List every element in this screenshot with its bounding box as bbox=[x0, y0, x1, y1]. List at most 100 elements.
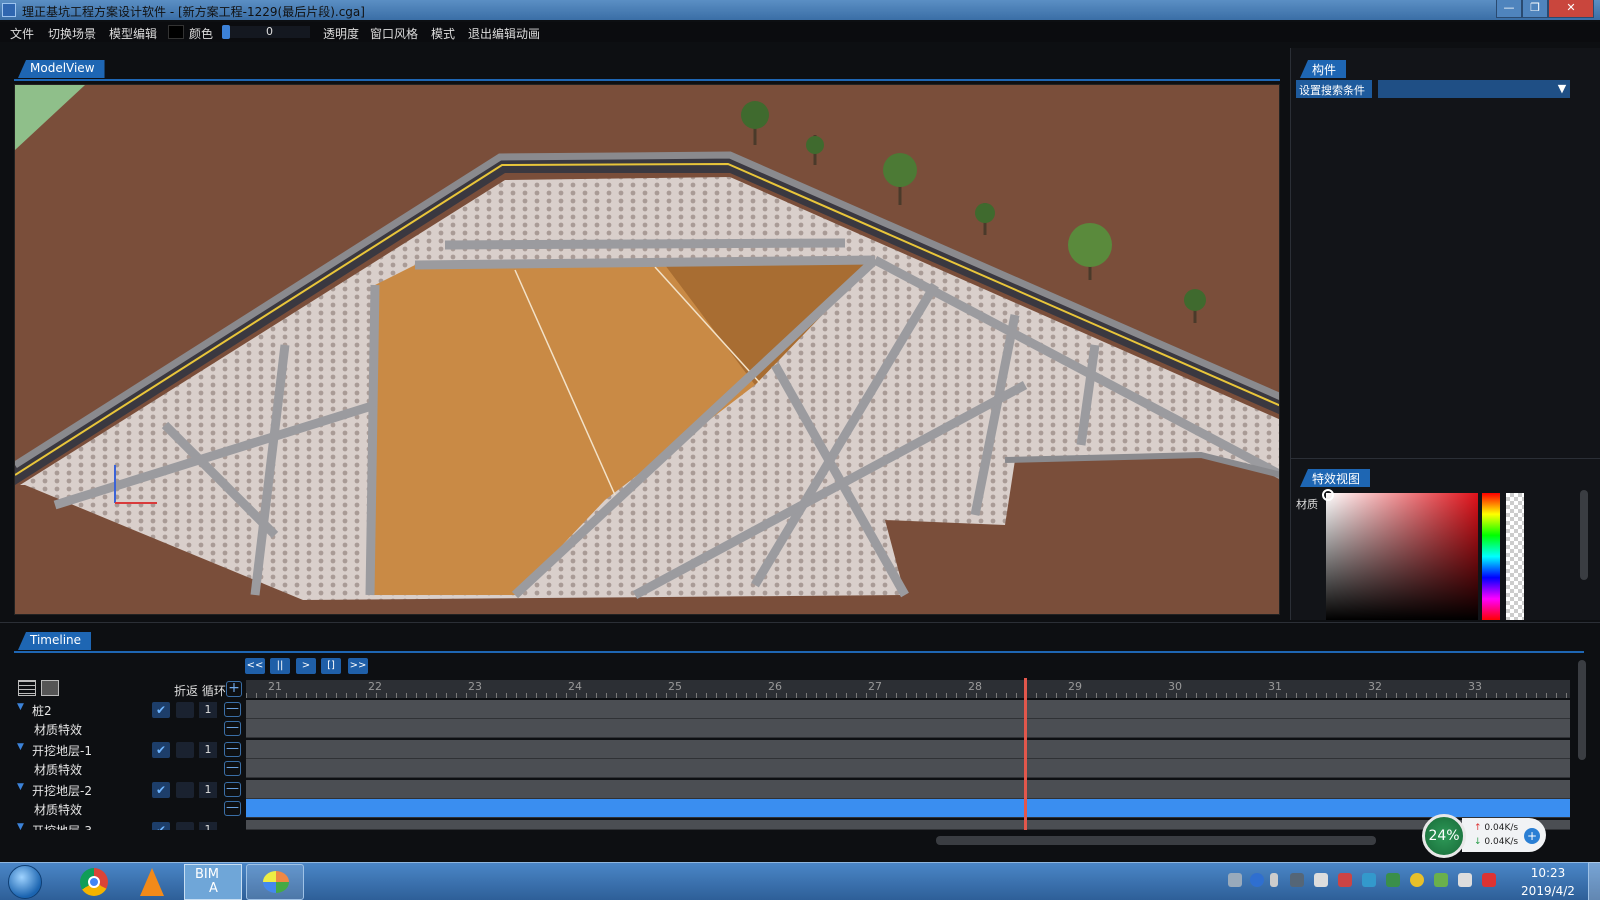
menu-mode[interactable]: 模式 bbox=[431, 25, 455, 42]
layer-sub-item[interactable]: 材质特效 bbox=[34, 721, 82, 738]
tab-timeline[interactable]: Timeline bbox=[18, 632, 92, 650]
track-row-selected[interactable] bbox=[246, 799, 1570, 818]
layer-sub-item[interactable]: 材质特效 bbox=[34, 801, 82, 818]
download-rate-text: 0.04K/s bbox=[1484, 837, 1519, 847]
loop-count[interactable]: 1 bbox=[199, 702, 217, 718]
paint-taskbar-button[interactable] bbox=[246, 864, 304, 900]
remove-button[interactable]: — bbox=[224, 721, 241, 736]
volume-muted-icon[interactable] bbox=[1338, 873, 1352, 887]
menu-model-edit[interactable]: 模型编辑 bbox=[109, 25, 157, 42]
track-row[interactable] bbox=[246, 820, 1570, 830]
expand-arrow-icon[interactable]: ▼ bbox=[17, 822, 24, 830]
menu-file[interactable]: 文件 bbox=[10, 25, 34, 42]
close-button[interactable]: ✕ bbox=[1548, 0, 1594, 18]
menu-window-style[interactable]: 窗口风格 bbox=[370, 25, 418, 42]
tab-modelview[interactable]: ModelView bbox=[18, 60, 105, 78]
tab-underline bbox=[14, 79, 1280, 81]
tray-app-icon[interactable] bbox=[1410, 873, 1424, 887]
minimize-button[interactable]: — bbox=[1496, 0, 1522, 18]
color-saturation-picker[interactable] bbox=[1326, 493, 1478, 620]
play-button[interactable]: > bbox=[296, 658, 316, 674]
menu-exit-animation[interactable]: 退出编辑动画 bbox=[468, 25, 540, 42]
tab-component[interactable]: 构件 bbox=[1300, 60, 1347, 78]
layer-sub-item[interactable]: 材质特效 bbox=[34, 761, 82, 778]
remove-button[interactable]: — bbox=[224, 742, 241, 757]
network-usage-badge[interactable]: 24% bbox=[1422, 814, 1466, 858]
image-icon[interactable] bbox=[41, 680, 59, 696]
layer-name[interactable]: 开挖地层-3 bbox=[32, 822, 92, 830]
tray-app-icon[interactable] bbox=[1290, 873, 1304, 887]
visible-checkbox[interactable]: ✔ bbox=[152, 702, 170, 718]
layer-name[interactable]: 桩2 bbox=[32, 702, 52, 719]
plus-icon[interactable]: + bbox=[1524, 828, 1540, 844]
color-swatch[interactable] bbox=[168, 25, 184, 39]
vlc-taskbar-button[interactable] bbox=[124, 864, 180, 900]
shield-icon[interactable] bbox=[1386, 873, 1400, 887]
loop-count[interactable]: 1 bbox=[199, 782, 217, 798]
show-desktop-button[interactable] bbox=[1588, 862, 1600, 900]
visible-checkbox[interactable]: ✔ bbox=[152, 742, 170, 758]
layer-name[interactable]: 开挖地层-2 bbox=[32, 782, 92, 799]
restore-button[interactable]: ❐ bbox=[1522, 0, 1548, 18]
help-icon[interactable] bbox=[1250, 873, 1264, 887]
loop-count[interactable]: 1 bbox=[199, 742, 217, 758]
loop-count[interactable]: 1 bbox=[199, 822, 217, 830]
color-picker-handle[interactable] bbox=[1322, 489, 1334, 501]
tray-app-icon[interactable] bbox=[1434, 873, 1448, 887]
remove-button[interactable]: — bbox=[224, 782, 241, 797]
menu-transparency[interactable]: 透明度 bbox=[323, 25, 359, 42]
track-row[interactable] bbox=[246, 780, 1570, 799]
track-row[interactable] bbox=[246, 740, 1570, 759]
ruler-label: 25 bbox=[668, 680, 682, 693]
loop-checkbox[interactable] bbox=[176, 782, 194, 798]
visible-checkbox[interactable]: ✔ bbox=[152, 782, 170, 798]
window-title: 理正基坑工程方案设计软件 - [新方案工程-1229(最后片段).cga] bbox=[22, 5, 365, 19]
layer-name[interactable]: 开挖地层-1 bbox=[32, 742, 92, 759]
tab-effect-view[interactable]: 特效视图 bbox=[1300, 469, 1371, 487]
loop-checkbox[interactable] bbox=[176, 742, 194, 758]
action-center-icon[interactable] bbox=[1482, 873, 1496, 887]
forward-button[interactable]: >> bbox=[348, 658, 368, 674]
ruler-label: 32 bbox=[1368, 680, 1382, 693]
tray-app-icon[interactable] bbox=[1362, 873, 1376, 887]
system-clock[interactable]: 10:23 2019/4/2 bbox=[1520, 866, 1576, 898]
alpha-slider[interactable] bbox=[1506, 493, 1524, 620]
right-panel-scrollbar[interactable] bbox=[1580, 490, 1588, 580]
search-condition-dropdown[interactable] bbox=[1378, 80, 1570, 98]
transparency-slider-thumb[interactable] bbox=[222, 25, 230, 39]
track-row[interactable] bbox=[246, 700, 1570, 719]
remove-button[interactable]: — bbox=[224, 702, 241, 717]
remove-button[interactable]: — bbox=[224, 761, 241, 776]
track-row[interactable] bbox=[246, 759, 1570, 778]
hue-slider[interactable] bbox=[1482, 493, 1500, 620]
chevron-down-icon[interactable]: ▼ bbox=[1554, 80, 1570, 98]
expand-arrow-icon[interactable]: ▼ bbox=[17, 782, 24, 792]
keyboard-icon[interactable] bbox=[1228, 873, 1242, 887]
display-icon[interactable] bbox=[1458, 873, 1472, 887]
menu-color[interactable]: 颜色 bbox=[189, 25, 213, 42]
start-button[interactable] bbox=[8, 865, 42, 899]
transparency-value: 0 bbox=[266, 25, 273, 38]
bim-taskbar-button[interactable]: BIM A bbox=[184, 864, 242, 900]
expand-arrow-icon[interactable]: ▼ bbox=[17, 742, 24, 752]
rewind-button[interactable]: << bbox=[245, 658, 265, 674]
visible-checkbox[interactable]: ✔ bbox=[152, 822, 170, 830]
chrome-taskbar-button[interactable] bbox=[66, 864, 122, 900]
pause-button[interactable]: || bbox=[270, 658, 290, 674]
ruler-label: 24 bbox=[568, 680, 582, 693]
playhead[interactable] bbox=[1024, 678, 1027, 830]
loop-checkbox[interactable] bbox=[176, 822, 194, 830]
menu-switch-scene[interactable]: 切换场景 bbox=[48, 25, 96, 42]
expand-arrow-icon[interactable]: ▼ bbox=[17, 702, 24, 712]
network-icon[interactable] bbox=[1314, 873, 1328, 887]
timeline-vertical-scrollbar[interactable] bbox=[1578, 660, 1586, 760]
timeline-horizontal-scrollbar[interactable] bbox=[936, 836, 1376, 845]
loop-checkbox[interactable] bbox=[176, 702, 194, 718]
stop-button[interactable]: [] bbox=[321, 658, 341, 674]
add-layer-button[interactable]: + bbox=[226, 681, 242, 697]
grid-icon[interactable] bbox=[18, 680, 36, 696]
track-row[interactable] bbox=[246, 719, 1570, 738]
3d-viewport[interactable] bbox=[14, 84, 1280, 615]
remove-button[interactable]: — bbox=[224, 801, 241, 816]
tray-arrow-icon[interactable] bbox=[1270, 873, 1278, 887]
